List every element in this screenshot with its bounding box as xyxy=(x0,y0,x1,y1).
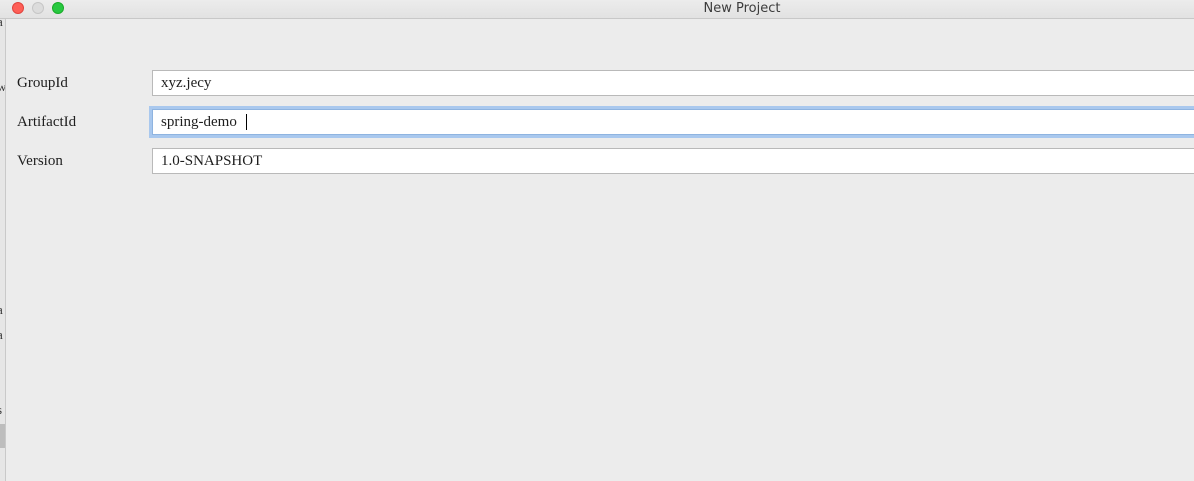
text-caret xyxy=(246,114,247,130)
background-text-fragment: s xyxy=(0,402,2,418)
version-row: Version xyxy=(6,148,1194,174)
group-id-field[interactable] xyxy=(152,70,1194,96)
window-title: New Project xyxy=(703,1,781,16)
background-text-fragment: a xyxy=(0,327,3,343)
artifact-id-label: ArtifactId xyxy=(17,114,77,130)
group-id-row: GroupId xyxy=(6,70,1194,96)
background-text-fragment: a xyxy=(0,302,3,318)
artifact-id-field[interactable] xyxy=(152,109,1194,135)
group-id-label: GroupId xyxy=(17,75,68,91)
version-label: Version xyxy=(17,153,63,169)
artifact-id-row: ArtifactId xyxy=(6,109,1194,135)
background-panel-band xyxy=(0,424,5,448)
window-titlebar[interactable]: New Project xyxy=(0,0,1194,19)
version-field[interactable] xyxy=(152,148,1194,174)
new-project-form: GroupId ArtifactId Version xyxy=(6,19,1194,481)
